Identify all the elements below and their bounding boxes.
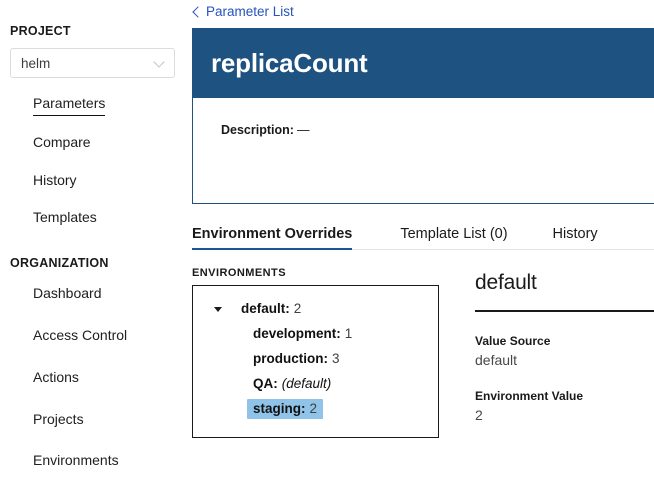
description-value: — (296, 123, 310, 137)
tree-item-colon: : (301, 400, 306, 416)
tree-item-name: QA (253, 375, 274, 391)
tree-chip: staging: 2 (247, 398, 324, 419)
tree-item-colon: : (285, 300, 290, 316)
app-root: PROJECT helm Parameters Compare History … (0, 0, 654, 504)
tab-bar: Environment Overrides Template List (0) … (192, 218, 654, 251)
tree-row-staging[interactable]: staging: 2 (193, 396, 438, 421)
tab-label: Environment Overrides (192, 226, 353, 242)
sidebar-item-label: Actions (33, 368, 79, 385)
parameter-card-body: Description: — (193, 98, 654, 137)
sidebar-item-label: Dashboard (33, 285, 102, 302)
tree-item-colon: : (336, 325, 341, 341)
sidebar-item-projects[interactable]: Projects (0, 400, 185, 442)
tree-item-name: development (253, 325, 337, 341)
field-value-source: Value Source default (475, 334, 654, 368)
tree-chip: QA: (default) (247, 374, 337, 394)
tree-chip: production: 3 (247, 349, 346, 369)
tree-row-default[interactable]: default: 2 (193, 296, 438, 321)
overrides-panel: ENVIRONMENTS default: 2 development: 1 p… (185, 267, 654, 438)
tree-row-qa[interactable]: QA: (default) (193, 371, 438, 396)
field-environment-value: Environment Value 2 (475, 389, 654, 423)
environments-label: ENVIRONMENTS (192, 267, 287, 279)
field-value: default (475, 351, 518, 368)
breadcrumb-label: Parameter List (206, 4, 294, 19)
parameter-card: replicaCount Description: — (192, 28, 654, 204)
tree-item-value: 2 (309, 400, 318, 416)
description-label: Description: (221, 123, 294, 137)
tree-item-name: staging (253, 400, 302, 416)
main-content: Parameter List replicaCount Description:… (185, 0, 654, 504)
tab-history[interactable]: History (553, 226, 598, 250)
sidebar: PROJECT helm Parameters Compare History … (0, 0, 185, 504)
sidebar-item-label: History (33, 171, 77, 188)
tab-template-list[interactable]: Template List (0) (400, 226, 507, 250)
organization-section: ORGANIZATION Dashboard Access Control Ac… (0, 256, 185, 483)
environment-detail-panel: default Value Source default Environment… (447, 267, 654, 438)
tree-item-value: 1 (344, 325, 353, 341)
project-select-value: helm (21, 55, 51, 71)
tab-label: History (552, 226, 598, 242)
field-label: Value Source (475, 333, 551, 348)
description-row: Description: — (221, 123, 654, 137)
environments-tree: default: 2 development: 1 production: 3 … (192, 285, 439, 438)
sidebar-item-label: Parameters (33, 95, 106, 116)
sidebar-item-label: Compare (33, 133, 91, 150)
tab-label: Template List (0) (400, 226, 508, 242)
tree-item-value: 2 (293, 300, 302, 316)
sidebar-item-environments[interactable]: Environments (0, 441, 185, 483)
tree-row-development[interactable]: development: 1 (193, 321, 438, 346)
sidebar-item-label: Templates (33, 209, 97, 226)
tree-item-colon: : (323, 350, 329, 366)
sidebar-section-label-organization: ORGANIZATION (10, 256, 109, 271)
sidebar-item-label: Access Control (33, 326, 128, 343)
tree-chip: development: 1 (247, 324, 358, 344)
tree-chip: default: 2 (235, 299, 307, 319)
page-title: replicaCount (211, 48, 368, 78)
sidebar-item-dashboard[interactable]: Dashboard (0, 274, 185, 316)
sidebar-item-compare[interactable]: Compare (0, 125, 185, 163)
breadcrumb-parameter-list[interactable]: Parameter List (185, 0, 294, 19)
sidebar-item-label: Projects (33, 410, 84, 427)
tab-environment-overrides[interactable]: Environment Overrides (192, 226, 353, 251)
detail-divider (475, 310, 654, 312)
sidebar-item-history[interactable]: History (0, 163, 185, 201)
tree-item-value: 3 (332, 350, 340, 366)
environments-column: ENVIRONMENTS default: 2 development: 1 p… (192, 267, 447, 438)
project-nav-list: Parameters Compare History Templates (0, 86, 185, 238)
tree-item-name: default (241, 300, 286, 316)
sidebar-item-actions[interactable]: Actions (0, 358, 185, 400)
chevron-down-icon (154, 57, 166, 69)
sidebar-item-label: Environments (33, 452, 119, 469)
sidebar-item-access-control[interactable]: Access Control (0, 316, 185, 358)
detail-title: default (475, 271, 537, 294)
field-value: 2 (475, 406, 483, 423)
tree-item-name: production (253, 350, 324, 366)
tree-item-colon: : (273, 375, 278, 391)
sidebar-item-templates[interactable]: Templates (0, 200, 185, 238)
project-select[interactable]: helm (10, 48, 175, 78)
tree-row-production[interactable]: production: 3 (193, 346, 438, 371)
parameter-card-banner: replicaCount (193, 29, 654, 98)
sidebar-section-label-project: PROJECT (10, 24, 71, 38)
organization-nav-list: Dashboard Access Control Actions Project… (0, 274, 185, 483)
tree-item-value: (default) (281, 375, 332, 391)
field-label: Environment Value (475, 388, 584, 403)
sidebar-item-parameters[interactable]: Parameters (0, 86, 185, 125)
chevron-left-icon (192, 6, 201, 17)
